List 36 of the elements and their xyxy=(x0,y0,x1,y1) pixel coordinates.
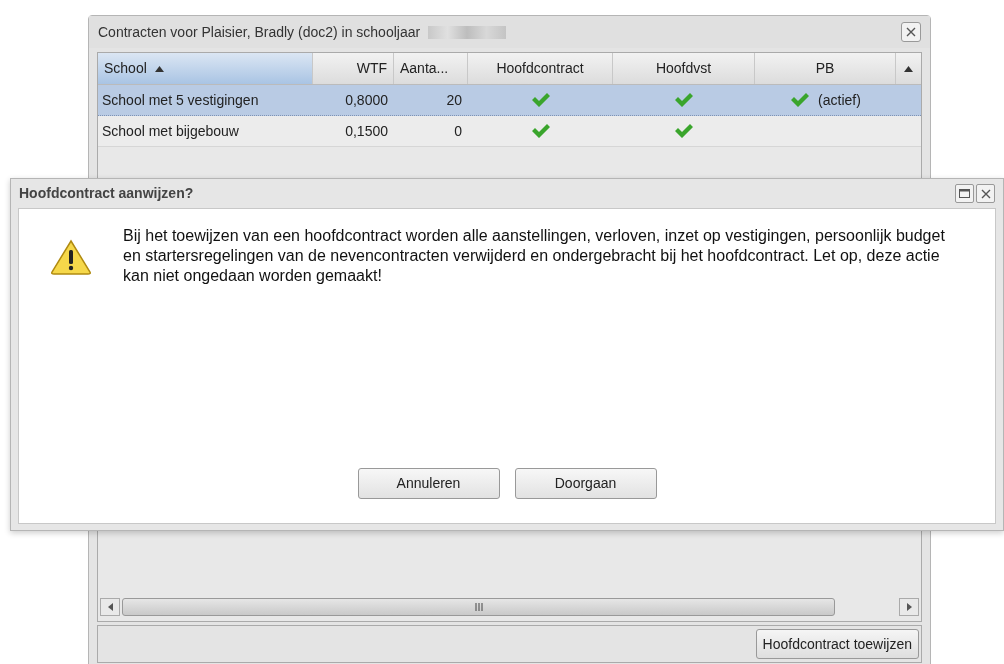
assign-main-contract-button[interactable]: Hoofdcontract toewijzen xyxy=(755,629,919,659)
dialog-button[interactable]: Doorgaan xyxy=(514,468,657,499)
table-cell: 0,8000 xyxy=(345,91,388,108)
table-row[interactable]: School met bijgebouw 0,1500 0 xyxy=(98,116,921,147)
close-button[interactable] xyxy=(901,22,921,42)
close-button[interactable] xyxy=(976,184,995,203)
close-icon xyxy=(980,188,991,199)
warning-icon xyxy=(50,239,92,275)
dialog-button[interactable]: Annuleren xyxy=(357,468,500,499)
maximize-icon xyxy=(959,189,970,198)
table-cell: 0 xyxy=(454,122,462,139)
table-row[interactable]: School met 5 vestigingen 0,8000 20 (actief) xyxy=(98,85,921,116)
table-cell: 20 xyxy=(446,91,462,108)
table-cell-text: (actief) xyxy=(818,90,861,110)
table-cell: School met bijgebouw xyxy=(102,122,239,139)
dialog-title: Hoofdcontract aanwijzen? xyxy=(19,184,194,203)
column-header[interactable]: PB xyxy=(755,53,896,84)
column-header[interactable]: Hoofdvst xyxy=(613,53,755,84)
table-cell: 0,1500 xyxy=(345,122,388,139)
window-title: Contracten voor Plaisier, Bradly (doc2) in schooljaar xyxy=(98,22,421,42)
column-header[interactable]: WTF xyxy=(313,53,394,84)
sort-ascending-icon xyxy=(154,65,164,72)
scroll-left-button[interactable] xyxy=(100,598,120,616)
column-header[interactable]: Aanta... xyxy=(394,53,468,84)
right-arrow-icon xyxy=(906,603,912,611)
dialog-message: Bij het toewijzen van een hoofdcontract worden alle aanstellingen, verloven, inzet op vestigingen, persoonlijk budget en startersregelingen van de nevencontracten verwijderd en ondergebracht bij het hoofdcontract. Let op, deze actie kan niet ongedaan worden gemaakt! xyxy=(123,226,945,286)
column-header[interactable]: Hoofdcontract xyxy=(468,53,613,84)
column-header[interactable]: School xyxy=(98,53,313,84)
table-cell: School met 5 vestigingen xyxy=(102,91,259,108)
grip-icon xyxy=(474,603,483,611)
scrollbar-thumb[interactable] xyxy=(122,598,835,616)
maximize-button[interactable] xyxy=(955,184,974,203)
scroll-up-icon[interactable] xyxy=(904,65,913,72)
scroll-right-button[interactable] xyxy=(899,598,919,616)
left-arrow-icon xyxy=(107,603,113,611)
close-icon xyxy=(906,27,916,37)
